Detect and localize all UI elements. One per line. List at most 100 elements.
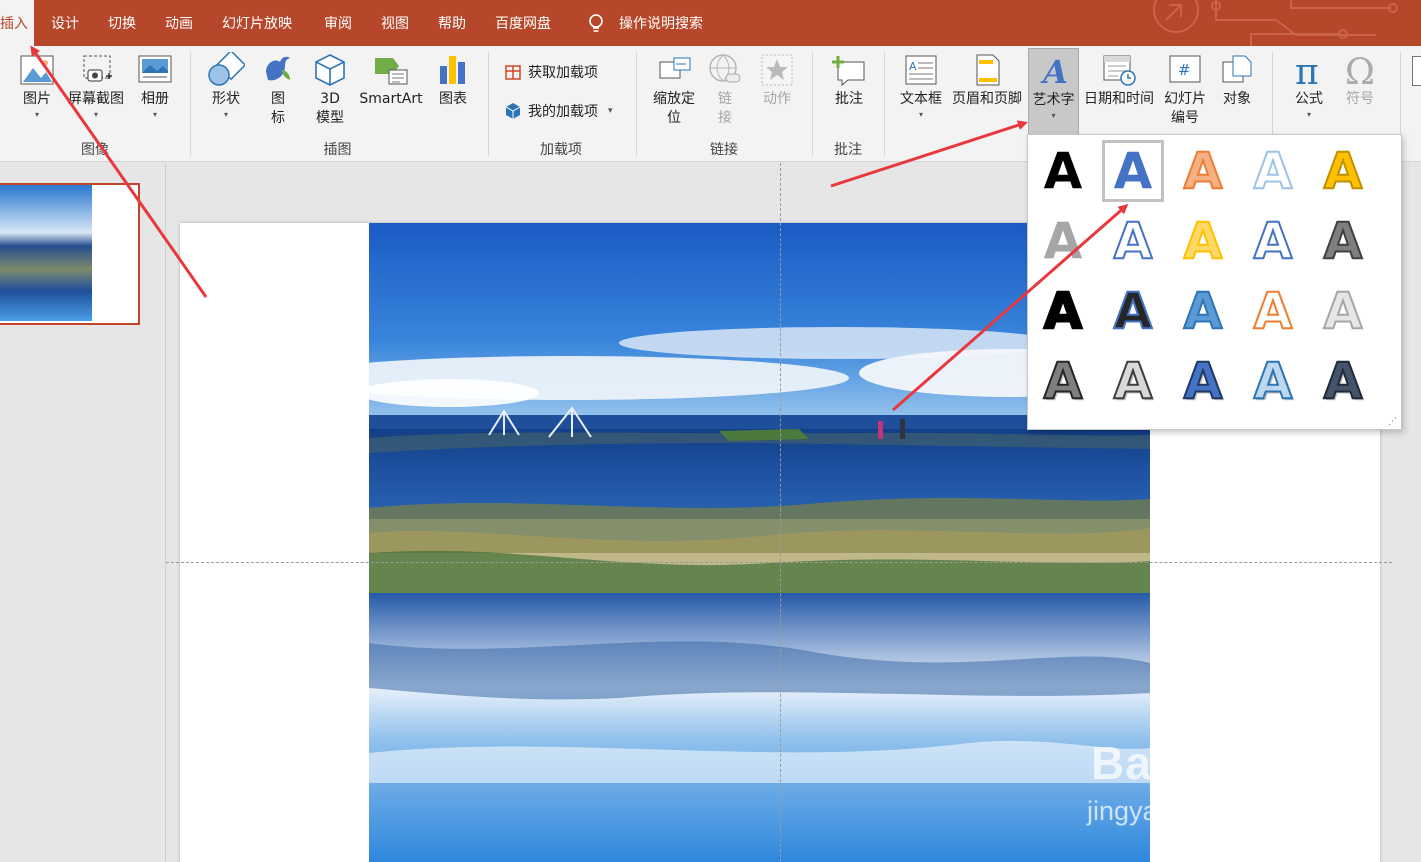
picture-button[interactable]: 图片 ▾ xyxy=(17,52,57,121)
links-group-label: 链接 xyxy=(710,142,738,158)
wordart-style-glyph: A xyxy=(1253,352,1294,410)
wordart-style-glyph: A xyxy=(1113,282,1154,340)
header-footer-icon xyxy=(976,54,1000,86)
wordart-style-r1-c2[interactable]: A xyxy=(1102,140,1164,202)
slide-thumbnail-1[interactable] xyxy=(0,183,140,325)
tell-me-search[interactable]: 操作说明搜索 xyxy=(619,0,703,46)
screenshot-button[interactable]: 屏幕截图 ▾ xyxy=(64,52,128,121)
wordart-style-glyph: A xyxy=(1183,142,1224,200)
shapes-button[interactable]: 形状 ▾ xyxy=(205,52,247,121)
bar-chart-icon xyxy=(440,56,465,84)
wordart-style-r1-c1[interactable]: A xyxy=(1032,140,1094,202)
tab-baidu-netdisk[interactable]: 百度网盘 xyxy=(495,0,551,46)
wordart-style-r1-c5[interactable]: A xyxy=(1312,140,1374,202)
date-time-button[interactable]: 日期和时间 xyxy=(1081,52,1157,109)
tab-animations[interactable]: 动画 xyxy=(165,0,193,46)
tab-design[interactable]: 设计 xyxy=(51,0,79,46)
wordart-style-r2-c1[interactable]: A xyxy=(1032,210,1094,272)
header-footer-label: 页眉和页脚 xyxy=(952,91,1022,107)
icons-button[interactable]: 图 标 xyxy=(258,52,298,128)
wordart-style-r1-c4[interactable]: A xyxy=(1242,140,1304,202)
wordart-style-r3-c5[interactable]: A xyxy=(1312,280,1374,342)
textbox-button[interactable]: A 文本框 ▾ xyxy=(897,52,945,121)
wordart-style-r1-c3[interactable]: A xyxy=(1172,140,1234,202)
wordart-style-r2-c4[interactable]: A xyxy=(1242,210,1304,272)
get-addins-button[interactable]: 获取加载项 xyxy=(503,62,598,82)
wordart-style-glyph: A xyxy=(1253,212,1294,270)
action-button[interactable]: 动作 xyxy=(757,52,797,109)
addin-cube-icon xyxy=(505,103,521,119)
link-button[interactable]: 链 接 xyxy=(705,52,745,128)
action-label: 动作 xyxy=(763,91,791,107)
wordart-style-r4-c4[interactable]: A xyxy=(1242,350,1304,412)
wordart-style-r2-c3[interactable]: A xyxy=(1172,210,1234,272)
tab-help[interactable]: 帮助 xyxy=(438,0,466,46)
wordart-style-r3-c4[interactable]: A xyxy=(1242,280,1304,342)
3d-models-button[interactable]: 3D 模型 xyxy=(310,52,350,128)
comment-button[interactable]: 批注 xyxy=(829,52,869,109)
wordart-style-r3-c3[interactable]: A xyxy=(1172,280,1234,342)
get-addins-label: 获取加载项 xyxy=(528,65,598,81)
smartart-icon xyxy=(375,58,408,85)
lightbulb-icon xyxy=(586,0,606,46)
object-icon xyxy=(1222,55,1252,83)
wordart-style-glyph: A xyxy=(1043,282,1084,340)
zoom-button[interactable]: 缩放定 位 xyxy=(648,52,700,128)
wordart-style-r4-c2[interactable]: A xyxy=(1102,350,1164,412)
wordart-style-glyph: A xyxy=(1043,142,1083,200)
tab-slideshow[interactable]: 幻灯片放映 xyxy=(222,0,292,46)
wordart-style-r2-c2[interactable]: A xyxy=(1102,210,1164,272)
tab-view[interactable]: 视图 xyxy=(381,0,409,46)
wordart-style-r4-c5[interactable]: A xyxy=(1312,350,1374,412)
icons-label-2: 标 xyxy=(271,110,285,126)
ribbon-separator xyxy=(636,52,637,156)
resize-grip-icon[interactable]: ⋰ xyxy=(1388,417,1397,427)
my-addins-label: 我的加载项 xyxy=(528,104,598,120)
tab-transitions[interactable]: 切换 xyxy=(108,0,136,46)
wordart-style-r3-c2[interactable]: A xyxy=(1102,280,1164,342)
watermark-brand: Bai xyxy=(1091,737,1166,789)
3d-models-label-1: 3D xyxy=(320,91,340,107)
pi-icon: π xyxy=(1295,52,1319,88)
bird-icon xyxy=(266,56,290,81)
ribbon-separator xyxy=(884,52,885,156)
addins-group-label: 加载项 xyxy=(540,142,582,158)
header-footer-button[interactable]: 页眉和页脚 xyxy=(948,52,1026,109)
equation-button[interactable]: π 公式 ▾ xyxy=(1288,52,1330,121)
slide-number-button[interactable]: # 幻灯片 编号 xyxy=(1160,52,1210,128)
zoom-icon xyxy=(659,57,691,79)
photo-album-button[interactable]: 相册 ▾ xyxy=(135,52,175,121)
vertical-smart-guide xyxy=(780,163,781,862)
wordart-style-r4-c3[interactable]: A xyxy=(1172,350,1234,412)
tab-insert[interactable]: 插入 xyxy=(0,0,34,46)
media-icon[interactable] xyxy=(1412,56,1421,86)
my-addins-button[interactable]: 我的加载项 ▾ xyxy=(503,101,613,121)
object-button[interactable]: 对象 xyxy=(1216,52,1258,109)
comments-group-label: 批注 xyxy=(834,142,862,158)
wordart-style-r2-c5[interactable]: A xyxy=(1312,210,1374,272)
comment-plus-icon xyxy=(832,56,865,87)
chart-label: 图表 xyxy=(439,91,467,107)
wordart-button[interactable]: A 艺术字 ▾ xyxy=(1028,48,1079,136)
wordart-style-r4-c1[interactable]: A xyxy=(1032,350,1094,412)
link-label-1: 链 xyxy=(718,91,732,107)
watermark-jingyan: 经验 xyxy=(1253,750,1333,796)
wordart-style-glyph: A xyxy=(1113,352,1154,410)
tab-review[interactable]: 审阅 xyxy=(324,0,352,46)
wordart-style-glyph: A xyxy=(1253,142,1294,200)
wordart-style-r3-c1[interactable]: A xyxy=(1032,280,1094,342)
textbox-icon: A xyxy=(905,55,937,85)
wordart-style-glyph: A xyxy=(1113,212,1154,270)
wordart-style-glyph: A xyxy=(1183,282,1224,340)
wordart-gallery-dropdown[interactable]: AAAAAAAAAAAAAAAAAAAA ⋰ xyxy=(1027,134,1402,430)
symbol-button[interactable]: Ω 符号 xyxy=(1340,52,1380,109)
object-label: 对象 xyxy=(1223,91,1251,107)
smartart-button[interactable]: SmartArt xyxy=(357,52,425,109)
watermark-url: jingyan.baidu.com xyxy=(1087,796,1305,826)
ribbon-separator xyxy=(488,52,489,156)
link-label-2: 接 xyxy=(718,110,732,126)
chart-button[interactable]: 图表 xyxy=(433,52,473,109)
wordart-style-glyph: A xyxy=(1323,142,1364,200)
images-group-label: 图像 xyxy=(81,142,109,158)
wordart-style-glyph: A xyxy=(1323,212,1364,270)
